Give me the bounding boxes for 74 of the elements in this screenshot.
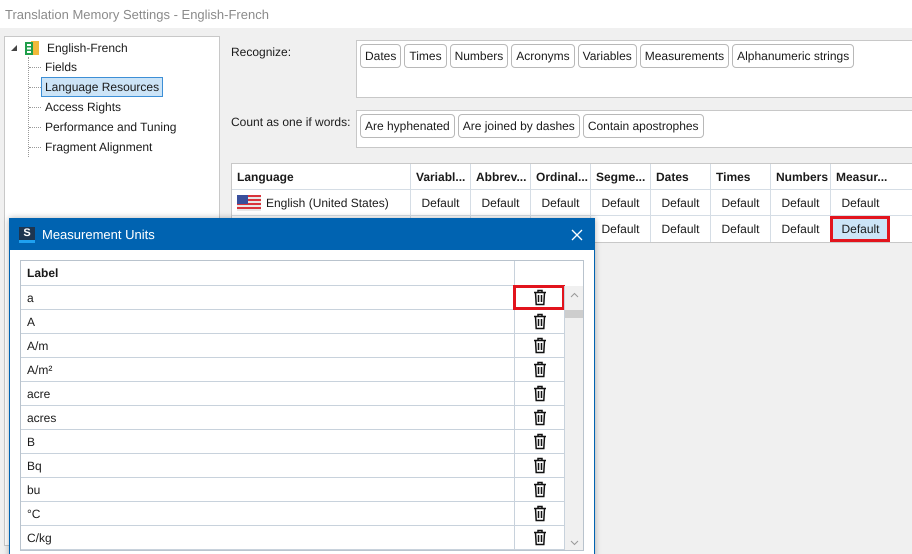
field-label: Recognize:	[231, 44, 292, 59]
column-header[interactable]: Ordinal...	[530, 164, 590, 189]
tag-chip[interactable]: Numbers	[450, 44, 508, 68]
table-cell[interactable]: Default	[470, 190, 530, 215]
trash-icon	[532, 361, 546, 378]
trash-icon	[532, 409, 546, 426]
column-header[interactable]: Numbers	[770, 164, 830, 189]
tag-chip[interactable]: Are joined by dashes	[458, 114, 580, 138]
tag-chip[interactable]: Times	[404, 44, 447, 68]
expand-arrow-icon[interactable]	[10, 44, 18, 52]
tag-chip[interactable]: Contain apostrophes	[582, 114, 704, 138]
trash-icon	[532, 505, 546, 522]
column-header[interactable]: Segme...	[590, 164, 650, 189]
tag-chip[interactable]: Acronyms	[511, 44, 575, 68]
chip-field[interactable]: Are hyphenated Are joined by dashes Contain apostrophes	[356, 110, 912, 148]
table-cell[interactable]: Default	[650, 216, 710, 242]
tree-item[interactable]: Performance and Tuning	[41, 117, 180, 137]
tag-chip[interactable]: Dates	[360, 44, 402, 68]
table-cell-text: A	[26, 314, 36, 330]
column-header[interactable]: Language	[232, 164, 410, 189]
trash-icon	[532, 385, 546, 402]
trash-icon	[532, 337, 546, 354]
field-label: Count as one if words:	[231, 114, 352, 129]
table-cell-text: °C	[26, 506, 42, 522]
trash-icon	[532, 313, 546, 330]
window-title: Translation Memory Settings - English-French	[5, 6, 269, 22]
table-cell[interactable]: Default	[710, 190, 770, 215]
trash-icon	[532, 529, 546, 546]
tree-item[interactable]: Access Rights	[41, 97, 126, 117]
table-cell-text: Bq	[26, 458, 43, 474]
trash-icon	[532, 457, 546, 474]
tag-chip[interactable]: Alphanumeric strings	[732, 44, 854, 68]
trash-icon	[532, 481, 546, 498]
tree-item[interactable]: Fragment Alignment	[41, 137, 156, 157]
scrollbar[interactable]	[564, 286, 583, 550]
table-cell-text: A/m	[26, 338, 50, 354]
table-cell[interactable]: Default	[710, 216, 770, 242]
table-cell-text: B	[26, 434, 36, 450]
tag-chip[interactable]: Measurements	[640, 44, 730, 68]
table-cell[interactable]: Default	[590, 190, 650, 215]
language-name: English (United States)	[266, 196, 389, 210]
app-logo: S	[19, 226, 35, 242]
dialog-title: Measurement Units	[42, 227, 155, 242]
tree-item[interactable]: Fields	[41, 57, 82, 77]
memory-icon	[24, 40, 40, 56]
table-cell-text: bu	[26, 482, 42, 498]
table-cell[interactable]: Default	[410, 190, 470, 215]
column-header[interactable]: Label	[21, 261, 514, 285]
chip-field[interactable]: Dates Times Numbers Acronyms Variables Measurements Alphanumeric strings	[356, 40, 912, 98]
table-cell[interactable]: Default	[770, 190, 830, 215]
column-header[interactable]: Times	[710, 164, 770, 189]
table-cell-text: acres	[26, 410, 58, 426]
table-cell-text: A/m²	[26, 362, 54, 378]
close-icon[interactable]	[571, 228, 583, 240]
tag-chip[interactable]: Variables	[578, 44, 637, 68]
table-cell[interactable]: Default	[650, 190, 710, 215]
table-cell[interactable]: Default	[530, 190, 590, 215]
table-cell[interactable]: Default	[830, 190, 890, 215]
scrollbar-thumb[interactable]	[565, 310, 583, 318]
delete-button[interactable]	[514, 286, 564, 309]
flag-icon	[237, 194, 261, 210]
table-cell[interactable]: Default	[830, 216, 890, 242]
column-header[interactable]: Variabl...	[410, 164, 470, 189]
table-cell-text: acre	[26, 386, 52, 402]
column-header[interactable]: Measur...	[830, 164, 890, 189]
table-cell-text: a	[26, 290, 35, 306]
tag-chip[interactable]: Are hyphenated	[360, 114, 455, 138]
tree-item[interactable]: English-French	[47, 41, 128, 55]
column-header[interactable]: Abbrev...	[470, 164, 530, 189]
trash-icon	[532, 433, 546, 450]
trash-icon	[532, 289, 546, 306]
table-cell-text: C/kg	[26, 530, 53, 546]
tree-item[interactable]: Language Resources	[41, 77, 164, 97]
column-header[interactable]: Dates	[650, 164, 710, 189]
